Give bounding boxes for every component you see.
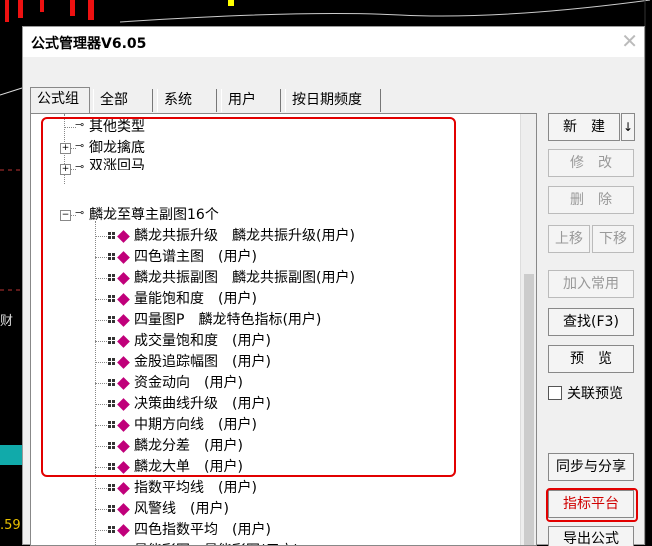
formula-manager-dialog: 公式管理器V6.05 ✕ 公式组 全部 系统 用户 按日期频度 ⊸ 其他类型 +… <box>22 26 645 546</box>
title-bar: 公式管理器V6.05 ✕ <box>23 27 644 57</box>
formula-diamond-icon <box>117 230 130 243</box>
tree-formula-item[interactable]: 风警线 (用户) <box>134 499 229 520</box>
tab-by-date-frequency[interactable]: 按日期频度 <box>285 89 381 112</box>
close-icon[interactable]: ✕ <box>621 29 638 53</box>
tab-formula-group[interactable]: 公式组 <box>30 87 90 113</box>
formula-diamond-icon <box>117 419 130 432</box>
collapse-icon[interactable]: − <box>60 210 71 221</box>
formula-diamond-icon <box>117 272 130 285</box>
modify-button[interactable]: 修 改 <box>548 149 634 177</box>
tree-formula-item[interactable]: 麟龙共振升级 麟龙共振升级(用户) <box>134 226 355 247</box>
move-up-button[interactable]: 上移 <box>548 225 590 253</box>
new-button[interactable]: 新 建 <box>548 113 620 141</box>
formula-diamond-icon <box>117 356 130 369</box>
find-button[interactable]: 查找(F3) <box>548 308 634 336</box>
export-formula-button[interactable]: 导出公式 <box>548 526 634 546</box>
tree-scrollbar[interactable] <box>520 114 536 545</box>
tree-formula-item[interactable]: 麟龙分差 (用户) <box>134 436 243 457</box>
tree-node-icon: ⊸ <box>75 118 85 131</box>
tree-formula-item[interactable]: 资金动向 (用户) <box>134 373 243 394</box>
tree-formula-item[interactable]: 决策曲线升级 (用户) <box>134 394 271 415</box>
tree-formula-item[interactable]: 指数平均线 (用户) <box>134 478 257 499</box>
tree-item-other-types[interactable]: 其他类型 <box>89 117 145 138</box>
tree-formula-item[interactable]: 麟龙共振副图 麟龙共振副图(用户) <box>134 268 355 289</box>
tree-item-shuangzhang-huima[interactable]: 双涨回马 <box>89 156 145 170</box>
background-number: .59 <box>0 518 21 533</box>
formula-diamond-icon <box>117 314 130 327</box>
move-down-button[interactable]: 下移 <box>592 225 634 253</box>
formula-diamond-icon <box>117 335 130 348</box>
indicator-platform-button[interactable]: 指标平台 <box>548 490 634 518</box>
tree-formula-item[interactable]: 麟龙大单 (用户) <box>134 457 243 478</box>
background-label: 财 <box>0 314 14 329</box>
tab-system[interactable]: 系统 <box>157 89 217 112</box>
expand-icon[interactable]: + <box>60 143 71 154</box>
formula-diamond-icon <box>117 293 130 306</box>
tree-node-icon: ⊸ <box>75 206 85 219</box>
linked-preview-label: 关联预览 <box>567 386 623 402</box>
add-to-common-button[interactable]: 加入常用 <box>548 270 634 298</box>
window-title: 公式管理器V6.05 <box>31 36 147 52</box>
formula-diamond-icon <box>117 503 130 516</box>
linked-preview-checkbox[interactable] <box>548 386 562 400</box>
delete-button[interactable]: 删 除 <box>548 186 634 214</box>
new-dropdown-arrow[interactable]: ↓ <box>621 113 635 141</box>
formula-diamond-icon <box>117 461 130 474</box>
scrollbar-thumb[interactable] <box>524 274 534 545</box>
tree-formula-item[interactable]: 四色指数平均 (用户) <box>134 520 271 541</box>
expand-icon[interactable]: + <box>60 164 71 175</box>
sync-share-button[interactable]: 同步与分享 <box>548 453 634 481</box>
formula-diamond-icon <box>117 524 130 537</box>
formula-diamond-icon <box>117 251 130 264</box>
formula-diamond-icon <box>117 377 130 390</box>
tree-formula-item[interactable]: 量能彩图 量能彩图(用户) <box>134 541 299 545</box>
tree-group-linlong[interactable]: 麟龙至尊主副图16个 <box>89 205 219 226</box>
formula-diamond-icon <box>117 482 130 495</box>
formula-tree[interactable]: ⊸ 其他类型 + ⊸ 御龙擒底 + ⊸ 双涨回马 − ⊸ 麟龙至尊主副图16个 … <box>30 113 537 546</box>
tree-node-icon: ⊸ <box>75 160 85 173</box>
tree-formula-item[interactable]: 成交量饱和度 (用户) <box>134 331 271 352</box>
tab-all[interactable]: 全部 <box>93 89 153 112</box>
tree-node-icon: ⊸ <box>75 139 85 152</box>
tree-formula-item[interactable]: 中期方向线 (用户) <box>134 415 257 436</box>
tree-formula-item[interactable]: 金股追踪幅图 (用户) <box>134 352 271 373</box>
formula-diamond-icon <box>117 440 130 453</box>
tree-formula-item[interactable]: 四色谱主图 (用户) <box>134 247 257 268</box>
tree-formula-item[interactable]: 四量图P 麟龙特色指标(用户) <box>134 310 321 331</box>
tree-formula-item[interactable]: 量能饱和度 (用户) <box>134 289 257 310</box>
formula-diamond-icon <box>117 398 130 411</box>
tab-user[interactable]: 用户 <box>221 89 281 112</box>
preview-button[interactable]: 预 览 <box>548 345 634 373</box>
